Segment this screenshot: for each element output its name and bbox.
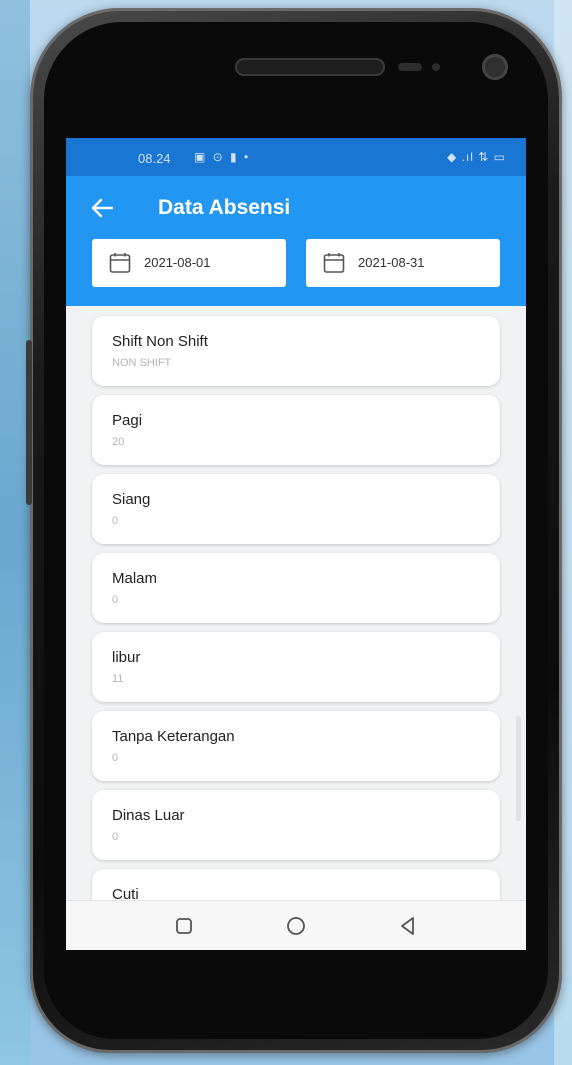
notification-icons: ▣ ⊙ ▮ •: [194, 150, 251, 164]
item-label: Tanpa Keterangan: [112, 728, 235, 745]
item-label: libur: [112, 649, 141, 666]
list-item[interactable]: Cuti: [92, 869, 500, 900]
phone-sensor: [398, 63, 422, 71]
item-label: Cuti: [112, 886, 139, 900]
list-item[interactable]: Tanpa Keterangan 0: [92, 711, 500, 781]
home-icon[interactable]: [284, 914, 308, 938]
end-date-value: 2021-08-31: [358, 255, 425, 270]
item-value: 11: [112, 673, 124, 685]
phone-sensor-dot: [432, 63, 440, 71]
app-screen: 08.24 ▣ ⊙ ▮ • ◆ .ıl ⇅ ▭ Data Absensi 202…: [66, 138, 526, 950]
item-value: 0: [112, 831, 119, 843]
item-label: Dinas Luar: [112, 807, 185, 824]
scrollbar[interactable]: [516, 716, 521, 821]
system-status-icons: ◆ .ıl ⇅ ▭: [447, 150, 506, 164]
app-bar: Data Absensi 2021-08-01 2021-08-31: [66, 176, 526, 306]
list-item[interactable]: Pagi 20: [92, 395, 500, 465]
item-label: Siang: [112, 491, 151, 508]
list-item[interactable]: libur 11: [92, 632, 500, 702]
list-item[interactable]: Shift Non Shift NON SHIFT: [92, 316, 500, 386]
calendar-icon: [108, 251, 132, 275]
list-item[interactable]: Dinas Luar 0: [92, 790, 500, 860]
system-navigation-bar: [66, 900, 526, 950]
page-title: Data Absensi: [158, 196, 291, 219]
list-item[interactable]: Malam 0: [92, 553, 500, 623]
attendance-list[interactable]: Shift Non Shift NON SHIFT Pagi 20 Siang …: [66, 306, 526, 900]
item-label: Pagi: [112, 412, 143, 429]
item-value: 0: [112, 515, 119, 527]
item-label: Shift Non Shift: [112, 333, 208, 350]
phone-speaker: [235, 58, 385, 76]
start-date-field[interactable]: 2021-08-01: [92, 239, 286, 287]
start-date-value: 2021-08-01: [144, 255, 211, 270]
recent-apps-icon[interactable]: [172, 914, 196, 938]
front-camera: [482, 54, 508, 80]
back-triangle-icon[interactable]: [396, 914, 420, 938]
end-date-field[interactable]: 2021-08-31: [306, 239, 500, 287]
status-bar: 08.24 ▣ ⊙ ▮ • ◆ .ıl ⇅ ▭: [66, 138, 526, 176]
item-value: 0: [112, 752, 119, 764]
background-left-stripe: [0, 0, 30, 1065]
item-label: Malam: [112, 570, 158, 587]
phone-side-button: [26, 340, 32, 505]
item-value: 0: [112, 594, 119, 606]
status-time: 08.24: [138, 151, 171, 166]
list-item[interactable]: Siang 0: [92, 474, 500, 544]
calendar-icon: [322, 251, 346, 275]
item-value: NON SHIFT: [112, 357, 172, 369]
arrow-left-icon[interactable]: [88, 194, 116, 222]
item-value: 20: [112, 436, 125, 448]
